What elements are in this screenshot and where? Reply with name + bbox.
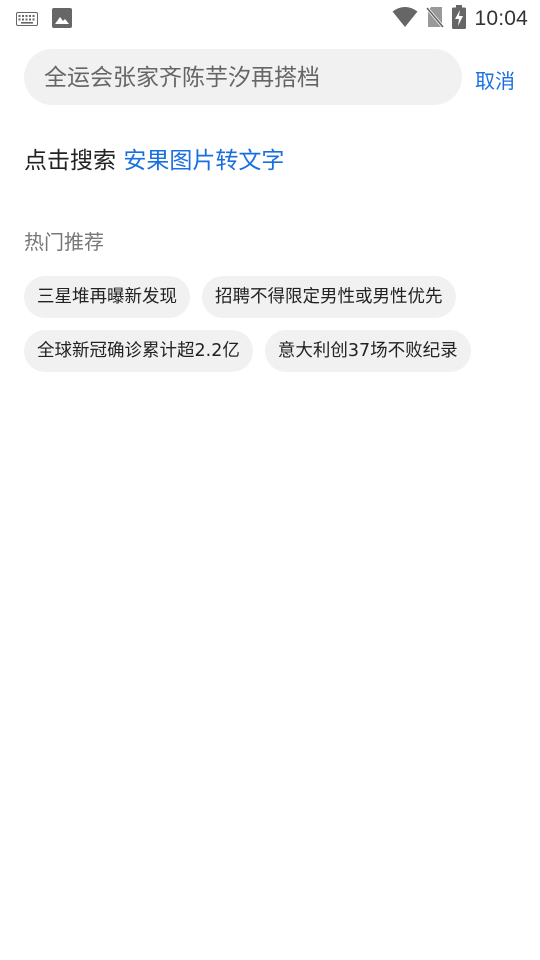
hot-tag[interactable]: 三星堆再曝新发现	[24, 276, 190, 318]
suggestion-prefix: 点击搜索	[24, 148, 116, 174]
no-sim-icon	[426, 6, 445, 32]
wifi-icon	[392, 6, 418, 32]
search-box[interactable]	[24, 49, 462, 107]
status-time: 10:04	[474, 7, 528, 30]
hot-tag[interactable]: 招聘不得限定男性或男性优先	[202, 276, 456, 318]
status-right: 10:04	[392, 5, 528, 33]
status-left	[16, 8, 72, 32]
hot-tag[interactable]: 意大利创37场不败纪录	[264, 330, 471, 372]
search-input[interactable]	[42, 49, 456, 107]
search-row: 取消	[24, 49, 524, 107]
image-icon	[52, 8, 72, 32]
hot-tags: 三星堆再曝新发现 招聘不得限定男性或男性优先 全球新冠确诊累计超2.2亿 意大利…	[24, 276, 524, 372]
suggestion-keyword[interactable]: 安果图片转文字	[123, 148, 284, 174]
search-suggestion[interactable]: 点击搜索 安果图片转文字	[24, 141, 284, 175]
battery-charging-icon	[452, 5, 467, 33]
hot-tag[interactable]: 全球新冠确诊累计超2.2亿	[24, 330, 253, 372]
status-bar: 10:04	[0, 0, 540, 36]
hot-section-title: 热门推荐	[24, 230, 104, 254]
cancel-button[interactable]: 取消	[475, 65, 515, 94]
keyboard-icon	[16, 11, 38, 30]
